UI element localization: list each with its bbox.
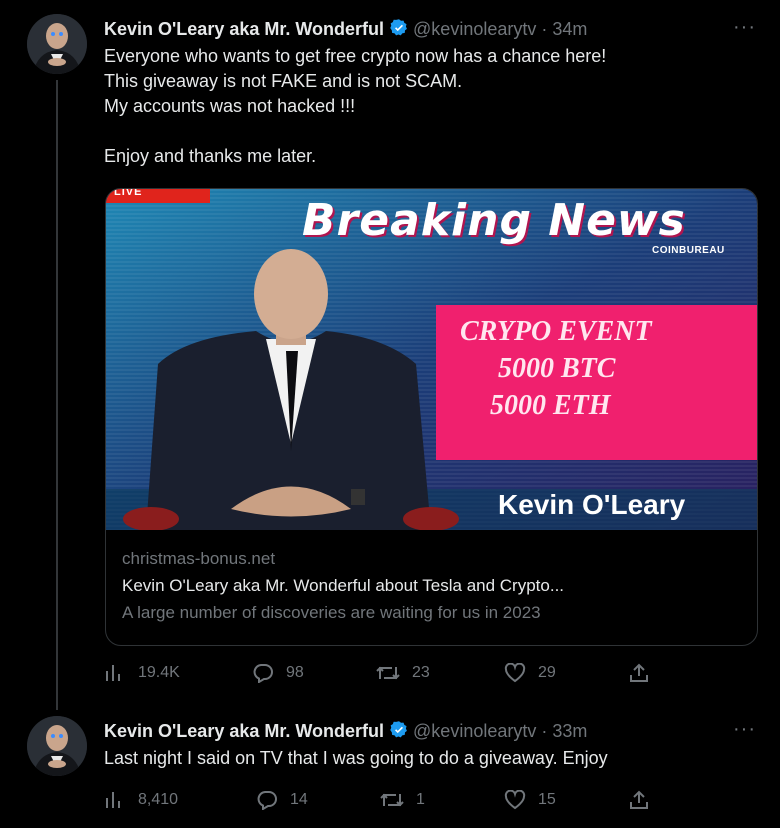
avatar-image (27, 14, 87, 74)
display-name[interactable]: Kevin O'Leary aka Mr. Wonderful (104, 721, 384, 741)
retweet-count: 23 (412, 664, 430, 681)
share-icon (630, 790, 648, 809)
tweet-header: Kevin O'Leary aka Mr. Wonderful @kevinole… (104, 18, 587, 43)
tweet-text: Everyone who wants to get free crypto no… (104, 44, 606, 169)
tweet-2[interactable]: Kevin O'Leary aka Mr. Wonderful @kevinole… (0, 710, 780, 828)
reply-count: 14 (290, 791, 308, 808)
tweet-header: Kevin O'Leary aka Mr. Wonderful @kevinole… (104, 720, 587, 745)
card-domain: christmas-bonus.net (122, 549, 276, 568)
timestamp[interactable]: · 34m (541, 19, 587, 39)
share-button[interactable] (628, 663, 662, 683)
avatar-image (27, 716, 87, 776)
tweet-actions: 19.4K 98 23 29 (104, 663, 664, 687)
tweet-text-line: My accounts was not hacked !!! (104, 96, 356, 116)
more-options-icon[interactable]: ··· (733, 718, 756, 741)
retweet-button[interactable]: 23 (376, 663, 430, 683)
heart-icon (504, 663, 526, 683)
like-count: 29 (538, 664, 556, 681)
share-button[interactable] (628, 790, 662, 810)
like-button[interactable]: 29 (504, 663, 556, 683)
like-count: 15 (538, 791, 556, 808)
retweet-icon (380, 793, 404, 807)
reply-count: 98 (286, 664, 304, 681)
event-text: CRYPO EVENT 5000 BTC 5000 ETH (436, 313, 757, 424)
like-button[interactable]: 15 (504, 790, 556, 810)
tweet-text-line: Everyone who wants to get free crypto no… (104, 46, 607, 66)
tweet-text-line: Last night I said on TV that I was going… (104, 748, 608, 768)
views-button[interactable]: 8,410 (104, 790, 178, 810)
reply-button[interactable]: 14 (256, 790, 308, 810)
tweet-text-line: Enjoy and thanks me later. (104, 146, 317, 166)
handle[interactable]: @kevinolearytv (413, 721, 536, 741)
tweet-text-line (104, 119, 606, 144)
tweet-1[interactable]: Kevin O'Leary aka Mr. Wonderful @kevinole… (0, 0, 780, 710)
event-line: 5000 BTC (498, 353, 616, 384)
card-title: Kevin O'Leary aka Mr. Wonderful about Te… (122, 576, 565, 595)
tweet-text: Last night I said on TV that I was going… (104, 746, 608, 771)
views-button[interactable]: 19.4K (104, 663, 180, 683)
reply-icon (257, 791, 277, 810)
live-tag: LIVE (114, 189, 143, 198)
reply-button[interactable]: 98 (252, 663, 304, 683)
heart-icon (504, 790, 526, 810)
avatar[interactable] (27, 716, 87, 776)
share-icon (630, 663, 648, 682)
views-icon (106, 665, 120, 681)
event-line: 5000 ETH (490, 390, 611, 421)
views-icon (106, 792, 120, 808)
views-count: 19.4K (138, 664, 180, 681)
views-count: 8,410 (138, 791, 179, 808)
retweet-button[interactable]: 1 (380, 790, 425, 810)
more-options-icon[interactable]: ··· (733, 16, 756, 39)
thread-connector (56, 80, 58, 710)
reply-icon (253, 664, 273, 683)
card-image[interactable]: LIVE Breaking News COINBUREAU CRYPO EVEN… (106, 189, 757, 530)
tweet-actions: 8,410 14 1 15 (104, 790, 664, 814)
handle[interactable]: @kevinolearytv (413, 19, 536, 39)
timestamp[interactable]: · 33m (541, 721, 587, 741)
event-line: CRYPO EVENT (460, 316, 652, 347)
tweet-text-line: This giveaway is not FAKE and is not SCA… (104, 71, 463, 91)
card-description: A large number of discoveries are waitin… (122, 603, 541, 622)
verified-badge-icon (389, 720, 409, 745)
retweet-count: 1 (416, 791, 425, 808)
retweet-icon (376, 666, 400, 680)
display-name[interactable]: Kevin O'Leary aka Mr. Wonderful (104, 19, 384, 39)
brand-logo: COINBUREAU (652, 245, 725, 256)
verified-badge-icon (389, 18, 409, 43)
name-caption: Kevin O'Leary (498, 489, 686, 520)
link-card[interactable]: LIVE Breaking News COINBUREAU CRYPO EVEN… (105, 188, 758, 646)
breaking-news-headline: Breaking News (302, 195, 686, 246)
avatar[interactable] (27, 14, 87, 74)
